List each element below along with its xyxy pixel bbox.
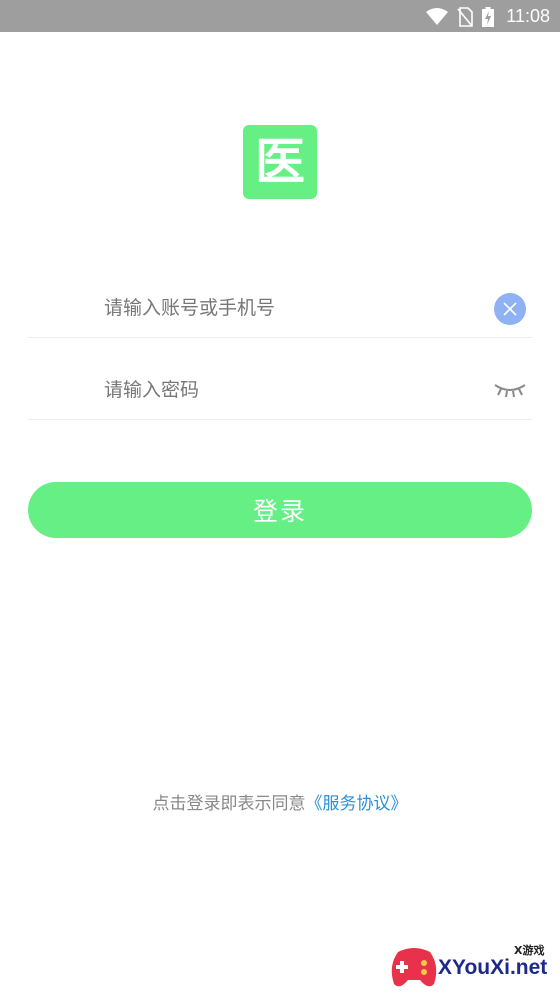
gamepad-icon <box>391 948 437 987</box>
wifi-icon <box>426 8 448 25</box>
clear-account-button[interactable] <box>494 293 526 325</box>
login-button[interactable]: 登录 <box>28 482 532 538</box>
service-agreement-link[interactable]: 《服务协议》 <box>306 794 408 814</box>
password-field-row <box>28 360 532 420</box>
watermark: X游戏 XYouXi.net <box>388 940 556 992</box>
password-input[interactable] <box>104 374 464 406</box>
status-bar: 11:08 <box>0 0 560 32</box>
app-logo: 医 <box>243 125 317 199</box>
account-field-row <box>28 278 532 338</box>
close-icon <box>503 302 517 316</box>
agreement-text: 点击登录即表示同意《服务协议》 <box>0 789 560 814</box>
no-sim-icon <box>457 7 473 27</box>
account-input[interactable] <box>104 292 464 324</box>
battery-charging-icon <box>482 7 494 27</box>
toggle-password-visibility-button[interactable] <box>492 378 528 402</box>
status-icons <box>426 7 494 27</box>
logo-glyph: 医 <box>255 133 305 191</box>
eye-closed-icon <box>494 384 526 398</box>
watermark-text: XYouXi.net <box>438 956 548 979</box>
status-time: 11:08 <box>506 6 550 26</box>
agreement-prefix: 点击登录即表示同意 <box>152 794 306 814</box>
